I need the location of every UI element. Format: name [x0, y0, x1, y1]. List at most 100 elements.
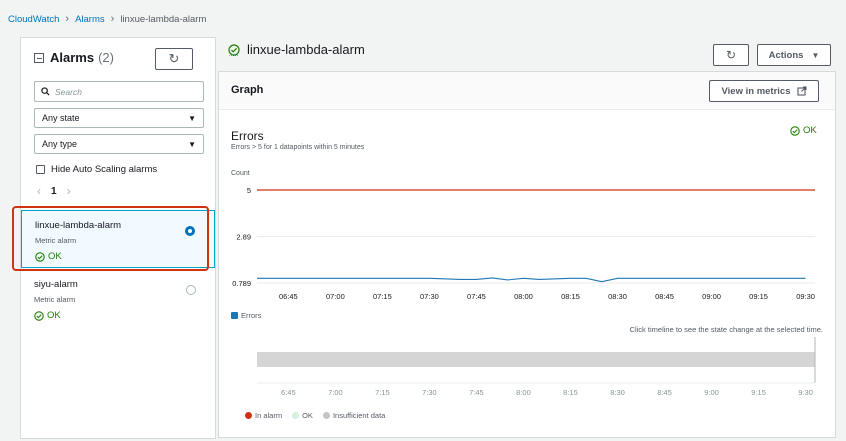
refresh-icon: ↻	[725, 48, 737, 62]
timeline-tick-label: 6:45	[281, 388, 296, 397]
alarms-refresh-button[interactable]: ↻	[155, 48, 193, 70]
timeline-tick-label: 9:00	[704, 388, 719, 397]
page-number[interactable]: 1	[51, 186, 57, 197]
legend-insufficient: Insufficient data	[322, 411, 386, 420]
hide-autoscaling-label: Hide Auto Scaling alarms	[51, 164, 158, 175]
view-in-metrics-button[interactable]: View in metrics	[709, 80, 819, 102]
legend-dot	[292, 412, 300, 419]
legend-dot	[322, 412, 330, 419]
actions-label: Actions	[768, 49, 804, 61]
x-tick-label: 06:45	[279, 292, 298, 301]
x-tick-label: 07:15	[373, 292, 392, 301]
alarm-radio[interactable]	[186, 285, 196, 295]
alarm-title-text: linxue-lambda-alarm	[247, 42, 365, 57]
graph-title: Graph	[231, 84, 264, 96]
x-tick-label: 09:15	[749, 292, 768, 301]
x-tick-label: 07:45	[467, 292, 486, 301]
next-page-icon[interactable]: ›	[67, 184, 71, 198]
breadcrumb-current: linxue-lambda-alarm	[120, 13, 207, 25]
alarms-panel-title: Alarms (2)	[34, 50, 114, 65]
alarms-title-label: Alarms	[50, 50, 95, 65]
y-axis-label: Count	[231, 170, 250, 177]
chevron-right-icon: ›	[65, 13, 70, 25]
timeline-tick-label: 9:30	[798, 388, 813, 397]
legend-label: Errors	[241, 311, 262, 320]
alarm-title: linxue-lambda-alarm	[228, 42, 365, 57]
timeline-tick-label: 7:45	[469, 388, 484, 397]
check-circle-icon	[34, 310, 44, 321]
refresh-button[interactable]: ↻	[713, 44, 749, 66]
alarm-type: Metric alarm	[34, 295, 76, 304]
caret-down-icon: ▼	[188, 113, 196, 123]
type-filter-select[interactable]: Any type ▼	[34, 134, 204, 154]
pagination: ‹ 1 ›	[37, 184, 71, 198]
timeline-tick-label: 7:30	[422, 388, 437, 397]
search-input[interactable]: Search	[34, 81, 204, 102]
prev-page-icon[interactable]: ‹	[37, 184, 41, 198]
x-tick-label: 08:30	[608, 292, 627, 301]
external-link-icon	[796, 86, 807, 96]
graph-panel: Graph View in metrics Errors Errors > 5 …	[218, 71, 836, 438]
legend-dot	[245, 412, 252, 419]
errors-series-line	[257, 277, 806, 283]
x-tick-label: 08:15	[561, 292, 580, 301]
check-circle-icon	[790, 125, 800, 136]
x-tick-label: 07:00	[326, 292, 345, 301]
legend-ok-label: OK	[302, 411, 313, 420]
alarms-count: (2)	[98, 50, 114, 65]
timeline-tick-label: 7:15	[375, 388, 390, 397]
timeline-tick-label: 8:45	[657, 388, 672, 397]
metric-name: Errors	[231, 129, 264, 143]
selection-highlight	[12, 206, 209, 271]
insufficient-data-band	[257, 352, 815, 367]
alarm-status: OK	[34, 310, 202, 321]
actions-button[interactable]: Actions ▼	[757, 44, 831, 66]
legend-in-alarm: In alarm	[245, 411, 282, 420]
metric-condition: Errors > 5 for 1 datapoints within 5 min…	[231, 144, 365, 151]
legend-insufficient-label: Insufficient data	[332, 411, 386, 420]
errors-chart[interactable]: 5 2.89 0.789 06:45 07:00 07:15 07:30 07:45 08:00…	[219, 180, 835, 306]
search-icon	[41, 87, 50, 96]
graph-header: Graph View in metrics	[219, 72, 835, 110]
y-tick-label: 5	[247, 186, 251, 195]
metric-status-text: OK	[803, 125, 817, 136]
x-tick-label: 09:30	[796, 292, 815, 301]
x-tick-label: 08:00	[514, 292, 533, 301]
hide-autoscaling-row[interactable]: Hide Auto Scaling alarms	[36, 164, 157, 175]
state-filter-select[interactable]: Any state ▼	[34, 108, 204, 128]
hide-autoscaling-checkbox[interactable]	[36, 165, 45, 174]
check-circle-icon	[228, 43, 240, 56]
legend-swatch	[231, 312, 238, 319]
breadcrumb-cloudwatch[interactable]: CloudWatch	[8, 14, 59, 25]
chevron-right-icon: ›	[110, 13, 115, 25]
legend-in-alarm-label: In alarm	[255, 411, 283, 420]
timeline-tick-label: 7:00	[328, 388, 343, 397]
breadcrumb: CloudWatch › Alarms › linxue-lambda-alar…	[8, 13, 206, 25]
state-timeline[interactable]: 6:45 7:00 7:15 7:30 7:45 8:00 8:15 8:30 8:45 9:00…	[219, 337, 835, 417]
metric-status: OK	[790, 125, 817, 136]
timeline-tick-label: 8:00	[516, 388, 531, 397]
state-filter-value: Any state	[42, 113, 80, 123]
collapse-icon[interactable]	[34, 52, 44, 63]
y-tick-label: 2.89	[236, 233, 251, 242]
x-tick-label: 08:45	[655, 292, 674, 301]
view-in-metrics-label: View in metrics	[721, 85, 791, 97]
alarm-list-item[interactable]: siyu-alarm Metric alarm OK	[21, 270, 215, 324]
x-tick-label: 09:00	[702, 292, 721, 301]
breadcrumb-alarms[interactable]: Alarms	[75, 14, 105, 25]
caret-down-icon: ▼	[188, 139, 196, 149]
series-legend[interactable]: Errors	[231, 311, 261, 320]
timeline-tick-label: 8:30	[610, 388, 625, 397]
y-tick-label: 0.789	[232, 279, 251, 288]
alarm-status-text: OK	[47, 310, 61, 321]
timeline-legend: In alarm OK Insufficient data	[245, 411, 385, 420]
search-placeholder: Search	[55, 86, 82, 97]
alarm-name: siyu-alarm	[34, 279, 78, 290]
caret-down-icon: ▼	[811, 50, 820, 60]
timeline-tick-label: 8:15	[563, 388, 578, 397]
type-filter-value: Any type	[42, 139, 78, 149]
timeline-tick-label: 9:15	[751, 388, 766, 397]
timeline-hint: Click timeline to see the state change a…	[629, 325, 823, 334]
legend-ok: OK	[292, 411, 313, 420]
refresh-icon: ↻	[168, 51, 180, 66]
